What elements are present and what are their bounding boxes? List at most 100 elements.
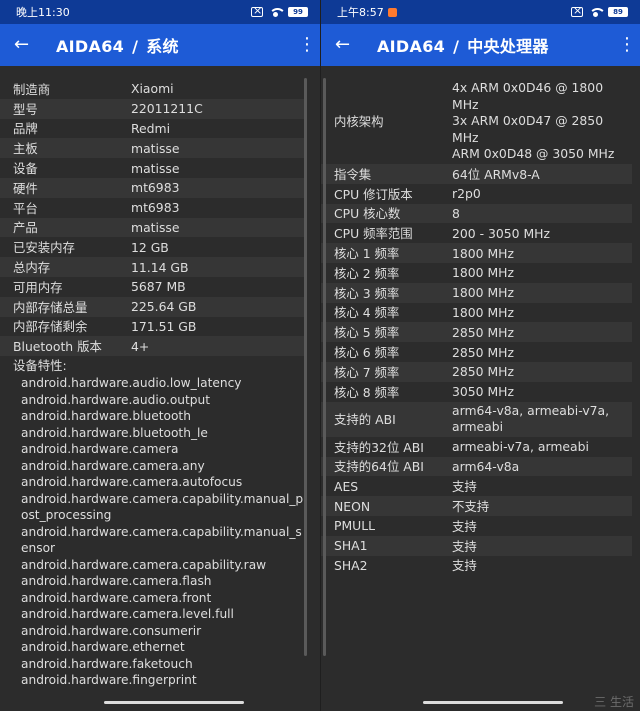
app-name: AIDA64: [56, 37, 125, 56]
info-key: 已安装内存: [13, 240, 75, 256]
info-key: CPU 频率范围: [334, 226, 413, 242]
info-key: 核心 5 频率: [334, 325, 400, 341]
feature-item: android.hardware.consumerir: [21, 623, 202, 638]
info-row: 核心 4 频率 1800 MHz: [321, 303, 632, 323]
battery-icon: 89: [608, 7, 628, 17]
info-key: NEON: [334, 498, 371, 514]
cpu-info-list[interactable]: 内核架构 4x ARM 0x0D46 @ 1800 MHz 3x ARM 0x0D…: [321, 66, 640, 711]
feature-item: android.hardware.audio.output: [21, 392, 211, 407]
info-row: 指令集 64位 ARMv8-A: [321, 163, 632, 184]
section-name: 系统: [146, 37, 179, 56]
info-value: 2850 MHz: [452, 324, 514, 340]
info-row: 核心 6 频率 2850 MHz: [321, 342, 632, 362]
info-value: 1800 MHz: [452, 245, 514, 261]
info-value: 支持: [452, 538, 477, 554]
app-bar: ← AIDA64 / 系统 ⋮: [0, 24, 320, 66]
info-key: 内核架构: [334, 114, 384, 130]
info-key: CPU 修订版本: [334, 186, 413, 202]
info-value: Xiaomi: [131, 81, 174, 97]
info-value: 1800 MHz: [452, 265, 514, 281]
info-value: 4+: [131, 338, 150, 354]
system-panel: 晚上11:30 99 ← AIDA64 / 系统 ⋮ 制造商 Xiaomi 型号 2201…: [0, 0, 320, 711]
title-separator: /: [132, 37, 139, 56]
features-title: 设备特性:: [13, 358, 67, 374]
home-indicator[interactable]: [104, 701, 244, 704]
info-key: 核心 1 频率: [334, 246, 400, 262]
info-value: 支持: [452, 518, 477, 534]
sim-off-icon: [251, 4, 263, 17]
wifi-icon: [269, 7, 286, 17]
info-key: 品牌: [13, 121, 38, 137]
info-key: 核心 7 频率: [334, 364, 400, 380]
info-row: CPU 频率范围 200 - 3050 MHz: [321, 223, 632, 243]
info-value: 5687 MB: [131, 279, 186, 295]
info-row: 制造商 Xiaomi: [0, 79, 306, 99]
feature-item: android.hardware.camera.any: [21, 458, 205, 473]
features-list: android.hardware.audio.low_latency androi…: [0, 375, 320, 689]
battery-icon: 99: [288, 7, 308, 17]
feature-item: android.hardware.camera.capability.manua…: [21, 524, 302, 556]
status-time: 晚上11:30: [16, 6, 70, 19]
info-row: 支持的 ABI arm64-v8a, armeabi-v7a, armeabi: [321, 401, 632, 437]
info-value: matisse: [131, 160, 180, 176]
info-key: 核心 2 频率: [334, 265, 400, 281]
title-separator: /: [453, 37, 460, 56]
info-row: 产品 matisse: [0, 217, 306, 238]
info-row: 核心 5 频率 2850 MHz: [321, 322, 632, 343]
arrow-back-icon[interactable]: ←: [14, 36, 38, 54]
feature-item: android.hardware.camera: [21, 442, 179, 457]
info-row: Bluetooth 版本 4+: [0, 336, 306, 357]
arrow-back-icon[interactable]: ←: [335, 36, 359, 54]
info-key: 核心 3 频率: [334, 285, 400, 301]
feature-item: android.hardware.audio.low_latency: [21, 376, 242, 391]
info-row: 设备 matisse: [0, 158, 306, 178]
info-value: 8: [452, 205, 460, 221]
status-time: 上午8:57: [337, 6, 384, 19]
info-value: arm64-v8a, armeabi-v7a, armeabi: [452, 402, 610, 435]
info-key: 核心 6 频率: [334, 345, 400, 361]
info-value: 11.14 GB: [131, 259, 189, 275]
info-row: 内核架构 4x ARM 0x0D46 @ 1800 MHz 3x ARM 0x0D…: [321, 79, 632, 164]
info-row: 主板 matisse: [0, 138, 306, 159]
info-row: 支持的32位 ABI armeabi-v7a, armeabi: [321, 437, 632, 457]
home-indicator[interactable]: [423, 701, 563, 704]
app-bar: ← AIDA64 / 中央处理器 ⋮: [321, 24, 640, 66]
info-key: 设备: [13, 161, 38, 177]
info-row: AES 支持: [321, 476, 632, 496]
info-value: armeabi-v7a, armeabi: [452, 439, 589, 455]
page-title: AIDA64 / 中央处理器: [377, 33, 618, 57]
info-value: mt6983: [131, 180, 180, 196]
feature-item: android.hardware.fingerprint: [21, 673, 197, 688]
info-value: 1800 MHz: [452, 304, 514, 320]
system-info-list[interactable]: 制造商 Xiaomi 型号 22011211C 品牌 Redmi 主板 matisse 设备 ma…: [0, 66, 320, 711]
info-row: SHA1 支持: [321, 535, 632, 556]
info-value: 不支持: [452, 499, 490, 514]
info-row: 核心 2 频率 1800 MHz: [321, 263, 632, 283]
info-value: mt6983: [131, 200, 180, 216]
info-value: matisse: [131, 219, 180, 235]
info-row: 核心 3 频率 1800 MHz: [321, 282, 632, 303]
feature-item: android.hardware.bluetooth_le: [21, 425, 208, 440]
more-vert-icon[interactable]: ⋮: [618, 36, 636, 54]
info-row: 型号 22011211C: [0, 98, 306, 119]
info-key: 支持的32位 ABI: [334, 439, 424, 455]
info-key: 核心 8 频率: [334, 384, 400, 400]
info-key: SHA1: [334, 538, 368, 554]
info-row: 品牌 Redmi: [0, 119, 306, 139]
info-key: 平台: [13, 200, 38, 216]
scrollbar[interactable]: [323, 78, 326, 656]
scrollbar[interactable]: [304, 78, 307, 656]
info-key: 支持的 ABI: [334, 412, 396, 428]
info-row: 已安装内存 12 GB: [0, 237, 306, 257]
feature-item: android.hardware.camera.capability.raw: [21, 557, 267, 572]
status-bar: 晚上11:30 99: [0, 0, 320, 24]
feature-item: android.hardware.camera.flash: [21, 574, 212, 589]
feature-item: android.hardware.camera.autofocus: [21, 475, 243, 490]
info-value: 200 - 3050 MHz: [452, 225, 550, 241]
info-key: CPU 核心数: [334, 206, 401, 222]
info-value: 3050 MHz: [452, 384, 514, 400]
more-vert-icon[interactable]: ⋮: [298, 36, 316, 54]
info-key: 指令集: [334, 166, 372, 182]
info-row: PMULL 支持: [321, 516, 632, 536]
info-row: 硬件 mt6983: [0, 177, 306, 198]
